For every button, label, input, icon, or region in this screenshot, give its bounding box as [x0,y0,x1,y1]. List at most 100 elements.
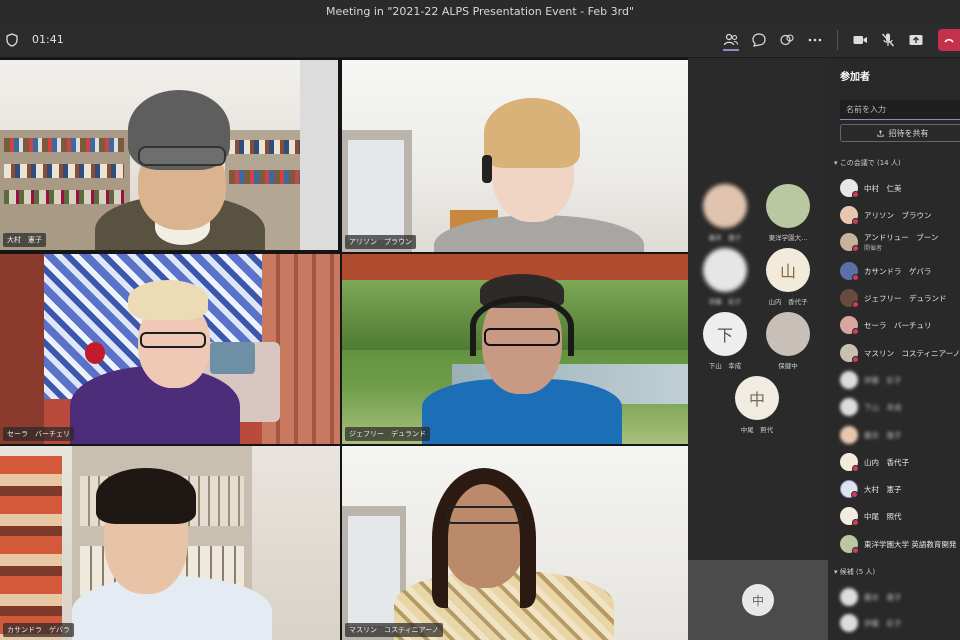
participant-avatar[interactable]: 中 [735,376,779,420]
participant-row[interactable]: 山内 香代子 [840,453,960,472]
avatar-name: 伊藤 彩子 [708,298,742,306]
more-icon [808,38,822,42]
avatar [840,289,859,308]
person-hair [432,468,536,608]
participant-row[interactable]: 藤井 雅子 [840,588,960,606]
participant-avatar[interactable] [703,184,747,228]
video-tile[interactable]: アリソン ブラウン [342,60,688,252]
avatar [840,480,858,498]
share-screen-button[interactable] [903,27,929,53]
textile-hanging [0,456,62,640]
avatar-name: 東洋学園大... [768,234,808,242]
participant-row[interactable]: 中村 仁美 [840,179,960,198]
video-tile[interactable]: カサンドラ ゲバラ [0,446,340,640]
avatar [840,262,859,281]
participant-row[interactable]: マスリン コスティニアーノ [840,344,960,363]
share-icon [876,129,884,137]
headphones-icon [470,296,574,356]
participant-avatar[interactable] [703,248,747,292]
avatar [840,535,859,554]
participant-row[interactable]: 大村 憲子 [840,480,960,498]
participant-row[interactable]: アンドリュー ブーン 開催者 [840,233,960,252]
camera-icon [853,36,867,44]
video-tile[interactable]: 大村 憲子 [0,60,338,250]
participant-row[interactable]: 下山 幸成 [840,398,960,416]
participant-row[interactable]: アリソン ブラウン [840,206,960,225]
person-body [72,576,272,640]
participants-icon [723,33,739,46]
participant-row[interactable]: カサンドラ ゲバラ [840,262,960,281]
reactions-button[interactable] [774,27,800,53]
participants-panel: 参加者 名前を入力 招待を共有 ▾ この会議で (14 人) 中村 仁美 アリソ… [828,58,960,640]
avatar [840,316,859,335]
window-title: Meeting in "2021-22 ALPS Presentation Ev… [325,4,635,18]
participant-avatar[interactable]: 下 [703,312,747,356]
avatar [840,614,858,632]
avatar-name: 保健中 [778,362,798,370]
participant-row[interactable]: 中尾 照代 [840,507,960,526]
avatar [840,344,859,363]
chat-icon [752,33,766,47]
active-indicator [723,49,739,51]
window-blinds [300,60,338,250]
participant-row[interactable]: ジェフリー デュランド [840,289,960,308]
video-tile[interactable]: マスリン コスティニアーノ [342,446,688,640]
avatar [840,398,858,416]
headset-icon [482,155,492,183]
participant-row[interactable]: 藤井 雅子 [840,426,960,444]
participant-row[interactable]: 伊藤 彩子 [840,371,960,389]
mic-off-icon [881,33,895,47]
participant-avatar[interactable]: 山 [766,248,810,292]
avatar-name: 中尾 照代 [740,426,774,434]
cushion [210,342,255,374]
participant-search-input[interactable]: 名前を入力 [840,100,960,120]
participant-avatar-gallery: 藤井 雅子 東洋学園大... 伊藤 彩子 山 山内 香代子 下 下山 幸成 保健… [688,58,828,640]
participant-name-tag: ジェフリー デュランド [345,427,430,441]
shield-icon [6,32,18,47]
avatar [840,233,859,252]
participant-row[interactable]: セーラ バーチュリ [840,316,960,335]
reactions-icon [780,34,794,46]
suggested-section-header[interactable]: ▾ 候補 (5 人) [834,567,875,577]
participant-row[interactable]: 伊藤 彩子 [840,614,960,632]
avatar-name: 下山 幸成 [708,362,742,370]
share-invite-button[interactable]: 招待を共有 [840,124,960,142]
participant-avatar[interactable] [766,184,810,228]
glasses [484,328,560,346]
leave-button[interactable] [938,29,960,51]
avatar [840,588,858,606]
video-tile[interactable]: セーラ バーチェリ [0,254,340,444]
avatar [840,453,859,472]
avatar [840,179,859,198]
more-button[interactable] [802,27,828,53]
leave-icon [944,38,954,43]
participant-name-tag: 大村 憲子 [3,233,46,247]
wooden-door [0,254,44,444]
person-hair [484,98,580,168]
avatar [840,371,858,389]
participant-row[interactable]: 東洋学園大学 英語教育開発 [840,535,960,554]
avatar [840,426,858,444]
camera-button[interactable] [847,27,873,53]
toolbar-divider [837,30,838,50]
participant-name-tag: セーラ バーチェリ [3,427,74,441]
avatar-name: 藤井 雅子 [708,234,742,242]
person-hair [96,468,196,524]
share-icon [909,35,923,45]
avatar [840,206,859,225]
participant-name-tag: カサンドラ ゲバラ [3,623,74,637]
mic-button[interactable] [875,27,901,53]
participant-name-tag: アリソン ブラウン [345,235,416,249]
avatar-name: 山内 香代子 [768,298,808,306]
participant-avatar[interactable] [766,312,810,356]
chat-button[interactable] [746,27,772,53]
window-title-bar: Meeting in "2021-22 ALPS Presentation Ev… [0,0,960,22]
panel-title: 参加者 [840,72,870,83]
flower-vase [85,342,105,364]
person-hair [128,280,208,320]
self-view-tile[interactable]: 中 [688,560,828,640]
in-meeting-section-header[interactable]: ▾ この会議で (14 人) [834,158,901,168]
glasses [446,506,522,524]
video-tile[interactable]: ジェフリー デュランド [342,254,688,444]
participants-button[interactable] [718,27,744,53]
